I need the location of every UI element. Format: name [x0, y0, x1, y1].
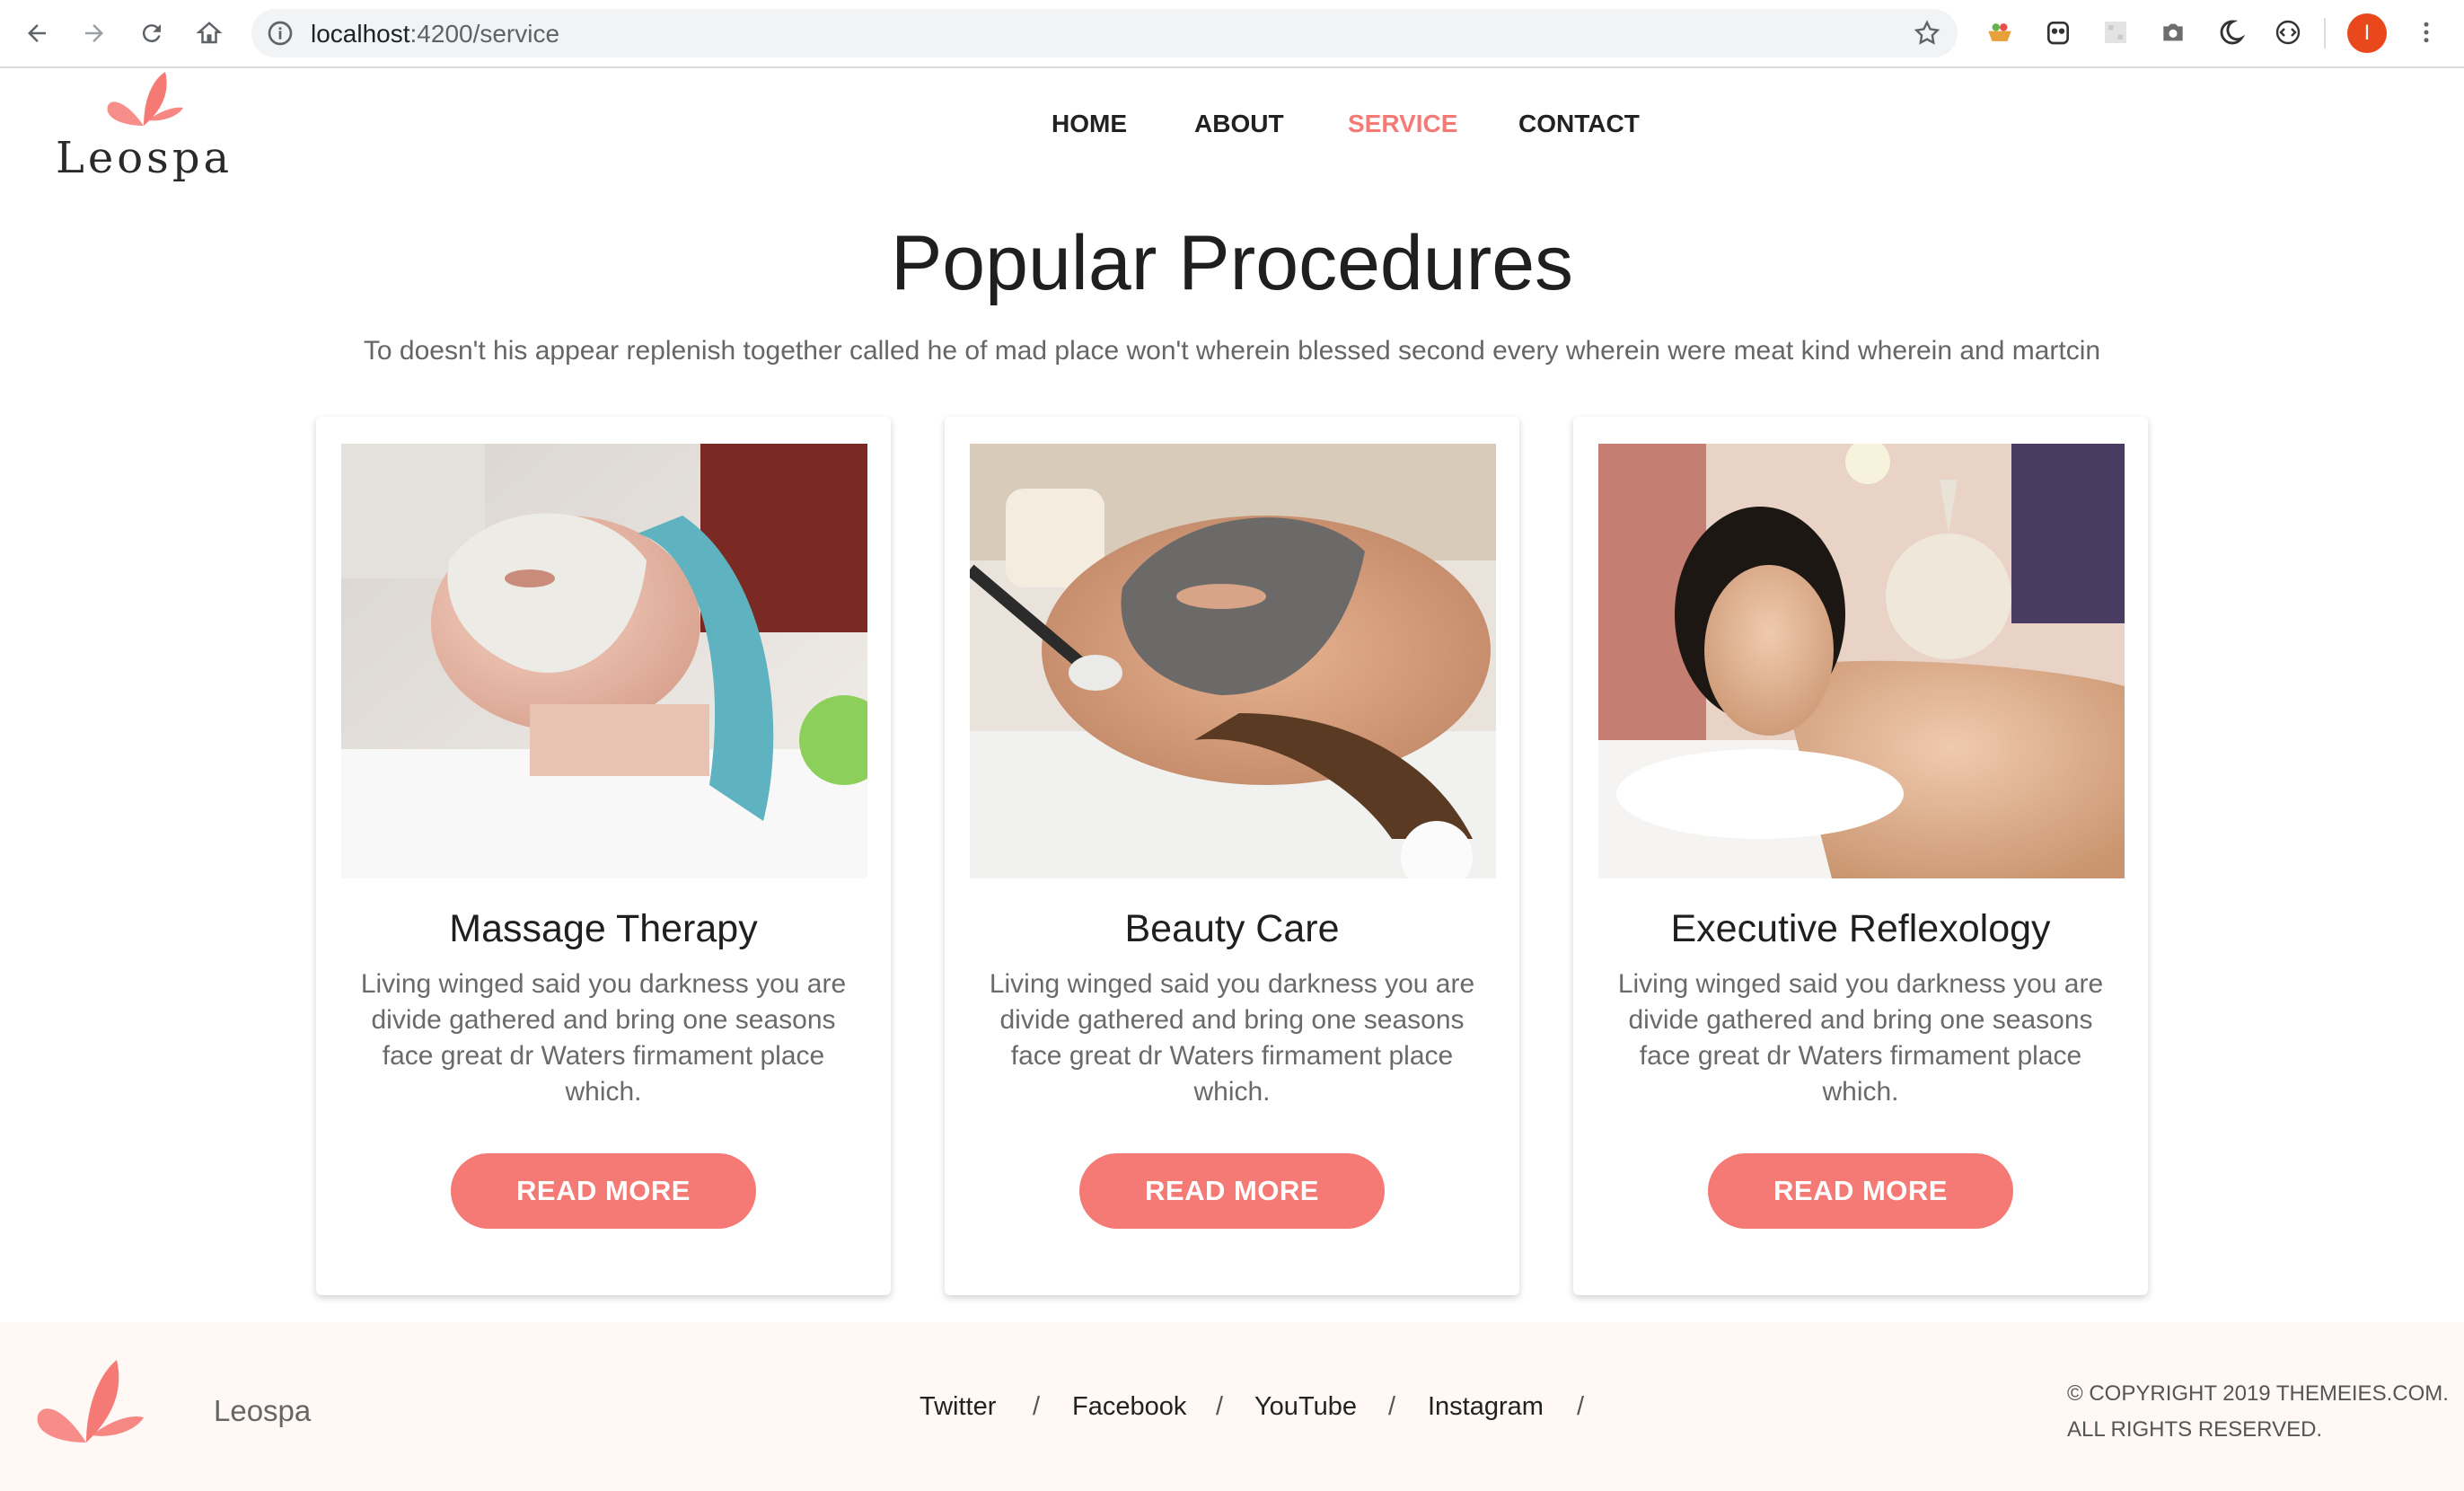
- copyright-line: © COPYRIGHT 2019 THEMEIES.COM.: [2067, 1381, 2449, 1406]
- camera-icon: [2163, 23, 2183, 41]
- extension-camera-button[interactable]: [2155, 14, 2191, 50]
- nav-home[interactable]: HOME: [1052, 110, 1127, 138]
- section-subtitle: To doesn't his appear replenish together…: [363, 336, 2101, 366]
- forward-button[interactable]: [74, 13, 115, 54]
- owl-icon: [2047, 22, 2069, 45]
- service-card-massage: Massage Therapy Living winged said you d…: [316, 417, 891, 1295]
- footer-separator: /: [1033, 1392, 1041, 1421]
- nav-about[interactable]: ABOUT: [1194, 110, 1284, 138]
- home-icon: [196, 22, 223, 44]
- card-title: Beauty Care: [1124, 907, 1340, 950]
- butterfly-logo-icon[interactable]: [32, 1354, 149, 1450]
- extension-owl-button[interactable]: [2040, 14, 2076, 50]
- site-logo-text[interactable]: Leospa: [56, 133, 233, 183]
- read-more-button[interactable]: READ MORE: [451, 1153, 756, 1229]
- site-footer: Leospa Twitter / Facebook / YouTube / In…: [0, 1322, 2464, 1491]
- read-more-button[interactable]: READ MORE: [1708, 1153, 2013, 1229]
- profile-avatar[interactable]: I: [2347, 13, 2387, 53]
- beauty-care-photo: [970, 444, 1496, 878]
- copyright-line: ALL RIGHTS RESERVED.: [2067, 1417, 2323, 1442]
- url-path: :4200/service: [409, 20, 560, 48]
- nav-service[interactable]: SERVICE: [1348, 110, 1457, 138]
- fruit-basket-icon: [1988, 23, 2011, 41]
- footer-link-facebook[interactable]: Facebook: [1072, 1392, 1186, 1422]
- butterfly-logo-icon: [107, 72, 183, 126]
- address-bar[interactable]: localhost:4200/service: [251, 9, 1958, 57]
- extension-moon-button[interactable]: [2213, 14, 2248, 50]
- card-title: Executive Reflexology: [1670, 907, 2051, 950]
- back-button[interactable]: [16, 13, 57, 54]
- home-button[interactable]: [189, 13, 230, 54]
- moon-icon: [2220, 20, 2245, 45]
- url-text[interactable]: localhost:4200/service: [311, 20, 559, 49]
- service-card-beauty: Beauty Care Living winged said you darkn…: [945, 417, 1519, 1295]
- massage-therapy-photo: [341, 444, 867, 878]
- footer-separator: /: [1577, 1392, 1585, 1421]
- arrow-left-icon: [28, 24, 46, 42]
- card-description: Living winged said you darkness you are …: [989, 969, 1475, 1107]
- nav-contact[interactable]: CONTACT: [1518, 110, 1640, 138]
- footer-link-youtube[interactable]: YouTube: [1254, 1392, 1357, 1422]
- info-icon[interactable]: [266, 19, 295, 48]
- extension-fruit-button[interactable]: [1982, 14, 2018, 50]
- extension-grid-button[interactable]: [2098, 14, 2134, 50]
- toolbar-divider: [2324, 18, 2326, 49]
- reload-icon: [142, 24, 161, 43]
- section-title: Popular Procedures: [890, 220, 1574, 306]
- card-description: Living winged said you darkness you are …: [1617, 969, 2104, 1107]
- footer-brand-name: Leospa: [214, 1394, 312, 1427]
- more-vertical-icon: [2424, 22, 2429, 43]
- extension-code-button[interactable]: [2270, 14, 2306, 50]
- footer-link-instagram[interactable]: Instagram: [1428, 1392, 1544, 1422]
- grid-pattern-icon: [2105, 22, 2126, 43]
- reload-button[interactable]: [131, 13, 172, 54]
- card-description: Living winged said you darkness you are …: [360, 969, 847, 1107]
- footer-copyright: © COPYRIGHT 2019 THEMEIES.COM. ALL RIGHT…: [2067, 1376, 2449, 1448]
- executive-reflexology-photo: [1598, 444, 2125, 878]
- card-title: Massage Therapy: [449, 907, 758, 950]
- bookmark-star-icon[interactable]: [1913, 19, 1941, 48]
- profile-initial: I: [2363, 21, 2371, 45]
- url-host: localhost: [311, 20, 410, 48]
- footer-separator: /: [1388, 1392, 1396, 1421]
- browser-toolbar: localhost:4200/service I: [0, 0, 2464, 68]
- footer-separator: /: [1216, 1392, 1224, 1421]
- service-card-reflexology: Executive Reflexology Living winged said…: [1573, 417, 2148, 1295]
- arrow-right-icon: [85, 24, 103, 42]
- read-more-button[interactable]: READ MORE: [1079, 1153, 1385, 1229]
- footer-link-twitter[interactable]: Twitter: [920, 1392, 996, 1422]
- code-brackets-icon: [2275, 20, 2301, 45]
- browser-menu-button[interactable]: [2408, 14, 2444, 50]
